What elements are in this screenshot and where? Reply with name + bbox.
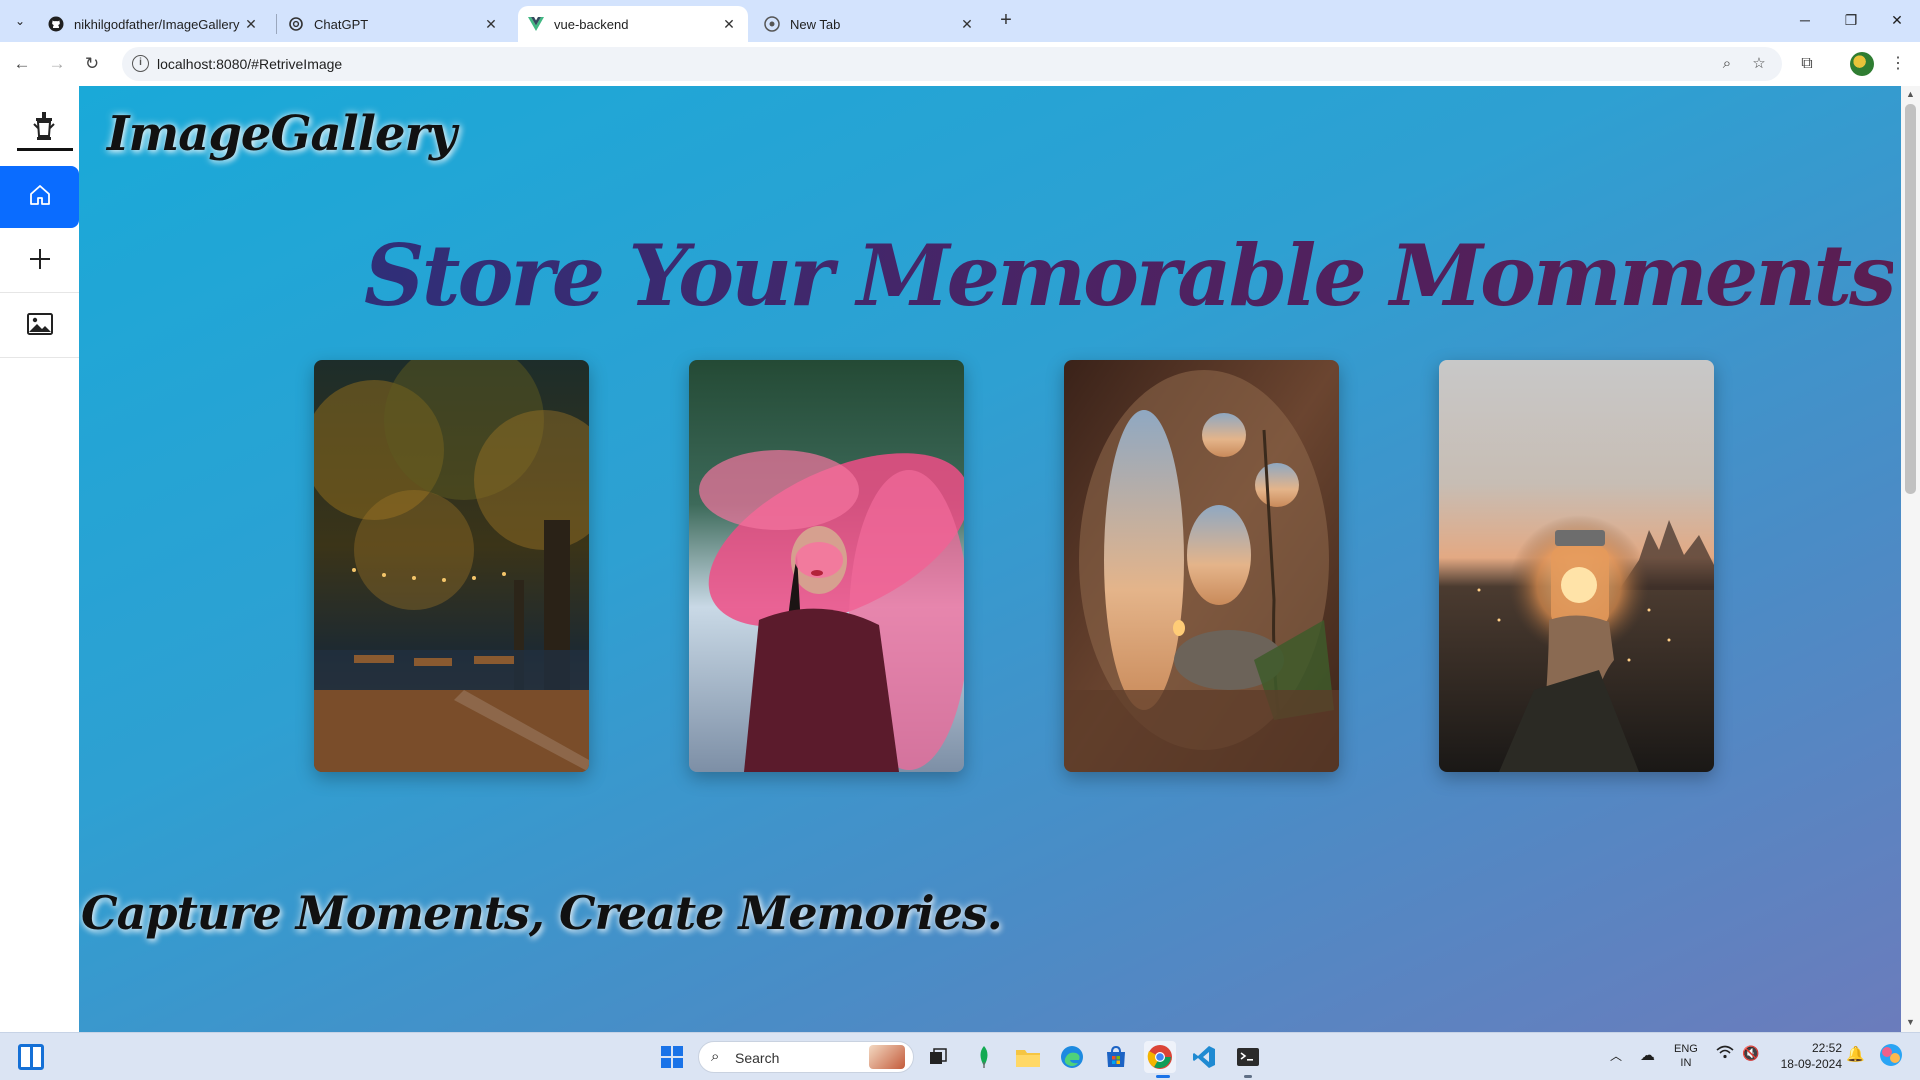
app-logo-icon[interactable] [16, 104, 72, 148]
close-window-button[interactable]: ✕ [1874, 6, 1920, 34]
pink-smoke-photo [689, 360, 964, 772]
image-icon [26, 313, 53, 340]
vscode-icon[interactable] [1188, 1041, 1220, 1073]
language-code: ENG [1674, 1043, 1698, 1055]
sidebar-item-home[interactable] [0, 166, 79, 228]
onedrive-sync-icon[interactable]: ☁ [1640, 1046, 1655, 1064]
clock-time: 22:52 [1811, 1041, 1842, 1055]
search-highlight-image [869, 1045, 905, 1069]
page-scrollbar[interactable]: ▲ ▼ [1901, 86, 1920, 1032]
image-card-pink-smoke[interactable] [689, 360, 964, 772]
chatgpt-icon [288, 16, 304, 32]
taskbar-search-box[interactable]: ⌕ Search [698, 1041, 914, 1073]
close-tab-icon[interactable]: ✕ [482, 16, 500, 33]
browser-tab-bar: ⌄ nikhilgodfather/ImageGallery ✕ ChatGPT… [0, 0, 1920, 42]
vue-icon [528, 16, 544, 32]
restore-button[interactable]: ❐ [1828, 6, 1874, 34]
sidebar-item-gallery[interactable] [0, 296, 79, 358]
back-button[interactable]: ← [8, 50, 36, 78]
mongodb-compass-icon[interactable] [968, 1041, 1000, 1073]
reload-button[interactable]: ↻ [78, 50, 106, 78]
scroll-down-arrow-icon[interactable]: ▼ [1905, 1016, 1916, 1028]
show-hidden-icons-chevron-icon[interactable]: ︿ [1610, 1047, 1622, 1064]
microsoft-store-icon[interactable] [1100, 1041, 1132, 1073]
terminal-icon[interactable] [1232, 1041, 1264, 1073]
image-cards [314, 360, 1714, 772]
wifi-icon[interactable] [1716, 1045, 1734, 1063]
chrome-icon [764, 16, 780, 32]
hero-heading: Store Your Memorable Momments [364, 226, 1896, 325]
language-indicator[interactable]: ENG IN [1674, 1042, 1698, 1070]
task-view-icon[interactable] [922, 1041, 954, 1073]
extensions-icon[interactable]: ⧉ [1793, 50, 1821, 78]
close-tab-icon[interactable]: ✕ [242, 16, 260, 33]
scroll-up-arrow-icon[interactable]: ▲ [1905, 88, 1916, 100]
running-app-indicator [1244, 1075, 1252, 1078]
widgets-icon[interactable] [18, 1044, 44, 1070]
notification-bell-icon[interactable]: 🔔 [1846, 1045, 1865, 1063]
url-text[interactable]: localhost:8080/#RetriveImage [157, 56, 342, 72]
profile-avatar[interactable] [1850, 52, 1874, 76]
tab-new-tab[interactable]: New Tab ✕ [754, 6, 986, 42]
start-button[interactable] [656, 1041, 688, 1073]
sidebar-item-add[interactable] [0, 231, 79, 293]
windows-taskbar: ⌕ Search ︿ ☁ ENG IN 🔇 22:52 18-09-2024 🔔 [0, 1032, 1920, 1080]
clock-date: 18-09-2024 [1780, 1057, 1842, 1071]
tab-chatgpt[interactable]: ChatGPT ✕ [278, 6, 510, 42]
web-page: ImageGallery Store Your Memorable Mommen… [0, 86, 1920, 1032]
image-card-round-windows[interactable] [1064, 360, 1339, 772]
tab-separator [276, 14, 277, 34]
zoom-icon[interactable]: ⌕ [1716, 53, 1738, 75]
browser-toolbar: ← → ↻ i localhost:8080/#RetriveImage ⌕ ☆… [0, 42, 1920, 86]
close-tab-icon[interactable]: ✕ [958, 16, 976, 33]
plus-icon [28, 247, 52, 276]
new-tab-button[interactable]: + [992, 9, 1020, 33]
bookmark-star-icon[interactable]: ☆ [1748, 53, 1770, 75]
forward-button[interactable]: → [43, 50, 71, 78]
tab-title: nikhilgodfather/ImageGallery [74, 16, 240, 32]
main-content: ImageGallery Store Your Memorable Mommen… [79, 86, 1901, 1032]
address-bar[interactable]: i localhost:8080/#RetriveImage ⌕ ☆ [122, 47, 1782, 81]
taskbar-search-label: Search [735, 1050, 780, 1066]
round-windows-photo [1064, 360, 1339, 772]
site-info-icon[interactable]: i [132, 55, 149, 72]
home-icon [28, 183, 52, 212]
sidebar [0, 86, 79, 1032]
tagline: Capture Moments, Create Memories. [81, 886, 1003, 940]
tab-title: New Tab [790, 16, 841, 32]
logo-underline [17, 148, 73, 151]
volume-muted-icon[interactable]: 🔇 [1742, 1045, 1759, 1062]
search-icon: ⌕ [711, 1048, 720, 1065]
park-photo [314, 360, 589, 772]
system-clock[interactable]: 22:52 18-09-2024 [1772, 1040, 1842, 1072]
file-explorer-icon[interactable] [1012, 1041, 1044, 1073]
region-code: IN [1680, 1057, 1692, 1069]
chrome-taskbar-icon[interactable] [1144, 1041, 1176, 1073]
tab-title: vue-backend [554, 16, 629, 32]
github-icon [48, 16, 64, 32]
tab-search-menu-icon[interactable]: ⌄ [8, 9, 32, 33]
active-app-indicator [1156, 1075, 1170, 1078]
browser-menu-icon[interactable]: ⋮ [1884, 50, 1912, 78]
tab-title: ChatGPT [314, 16, 369, 32]
tab-github[interactable]: nikhilgodfather/ImageGallery ✕ [38, 6, 270, 42]
copilot-icon[interactable] [1878, 1042, 1904, 1071]
scrollbar-thumb[interactable] [1905, 104, 1916, 494]
brand-title: ImageGallery [107, 106, 457, 162]
image-card-glowing-jar[interactable] [1439, 360, 1714, 772]
edge-browser-icon[interactable] [1056, 1041, 1088, 1073]
minimize-button[interactable]: ─ [1782, 6, 1828, 34]
image-card-park[interactable] [314, 360, 589, 772]
tab-vue-backend[interactable]: vue-backend ✕ [518, 6, 748, 42]
close-tab-icon[interactable]: ✕ [720, 16, 738, 33]
glowing-jar-photo [1439, 360, 1714, 772]
